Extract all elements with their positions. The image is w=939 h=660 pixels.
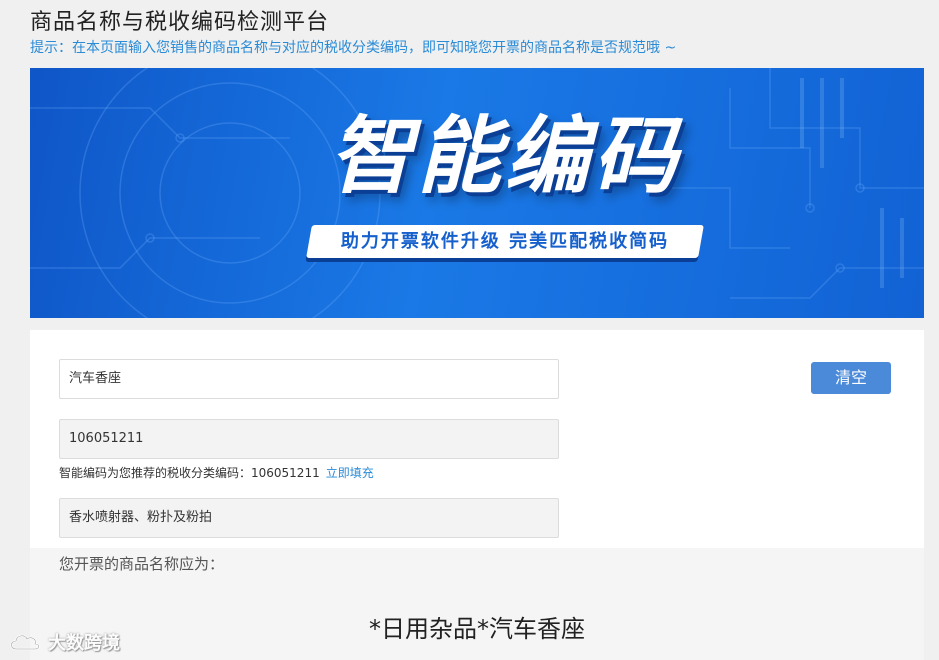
result-value: *日用杂品*汽车香座 bbox=[369, 615, 585, 643]
tax-code-input[interactable]: 106051211 bbox=[59, 419, 559, 459]
banner: 智能编码 助力开票软件升级 完美匹配税收简码 bbox=[30, 68, 924, 318]
banner-subtitle: 助力开票软件升级 完美匹配税收简码 bbox=[340, 231, 670, 252]
hint-text: 提示：在本页面输入您销售的商品名称与对应的税收分类编码，即可知晓您开票的商品名称… bbox=[30, 40, 677, 56]
page-title: 商品名称与税收编码检测平台 bbox=[30, 10, 330, 35]
cloud-logo-icon bbox=[10, 634, 40, 651]
category-description-field: 香水喷射器、粉扑及粉拍 bbox=[59, 498, 559, 538]
watermark: 大数跨境 bbox=[8, 629, 120, 655]
suggestion-text: 智能编码为您推荐的税收分类编码：106051211 bbox=[59, 466, 320, 480]
watermark-text: 大数跨境 bbox=[48, 633, 120, 654]
suggestion-line: 智能编码为您推荐的税收分类编码：106051211 立即填充 bbox=[59, 464, 374, 481]
product-name-input[interactable]: 汽车香座 bbox=[59, 359, 559, 399]
banner-title: 智能编码 bbox=[328, 107, 681, 205]
result-label: 您开票的商品名称应为： bbox=[59, 555, 225, 573]
fill-now-link[interactable]: 立即填充 bbox=[326, 466, 374, 480]
clear-button[interactable]: 清空 bbox=[811, 362, 891, 394]
